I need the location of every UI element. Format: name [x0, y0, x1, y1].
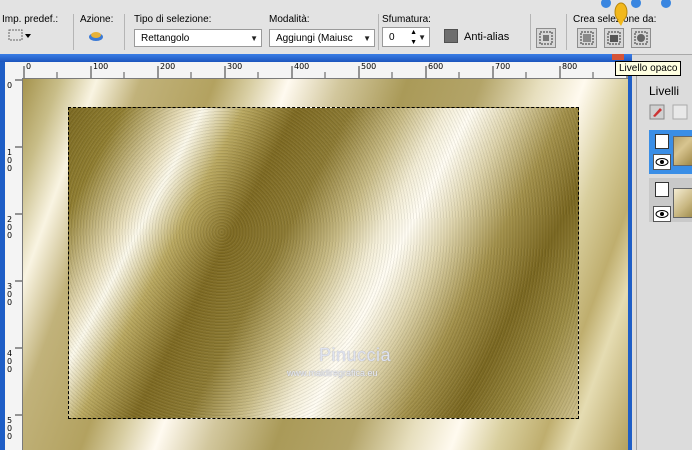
spin-icon[interactable]: ▲ ▼ [410, 28, 417, 46]
create-from-mask-button[interactable] [631, 28, 651, 48]
selection-type-value: Rettangolo [141, 33, 190, 44]
ruler-label: 500 [361, 62, 377, 71]
layer-opaque-icon [607, 31, 621, 45]
layers-title: Livelli [649, 84, 680, 98]
mode-dropdown[interactable]: Aggiungi (Maiusc ▼ [269, 29, 375, 47]
selection-type-label: Tipo di selezione: [134, 14, 212, 25]
close-icon[interactable] [612, 54, 624, 60]
layer-mask-icon [634, 31, 648, 45]
layer-type-icon [655, 134, 669, 149]
ruler-label: 100 [93, 62, 109, 71]
ruler-label: 0 [7, 81, 13, 90]
chevron-down-icon: ▼ [363, 34, 371, 43]
apply-action-icon [89, 32, 103, 41]
ruler-corner [5, 62, 22, 78]
ruler-label: 200 [160, 62, 176, 71]
document-window[interactable]: 0 100 200 300 400 500 600 700 800 0 100 … [0, 54, 632, 450]
ruler-label: 300 [227, 62, 243, 71]
visibility-eye-icon[interactable] [653, 206, 671, 222]
ruler-label: 400 [7, 349, 13, 374]
rectangle-preset-icon [8, 29, 31, 41]
separator [566, 14, 567, 50]
layers-palette: Livelli [636, 72, 692, 450]
horizontal-ruler: 0 100 200 300 400 500 600 700 800 [22, 62, 628, 79]
chevron-down-icon: ▼ [250, 34, 258, 43]
ruler-label: 100 [7, 148, 13, 173]
feather-label: Sfumatura: [382, 14, 431, 25]
visibility-eye-icon[interactable] [653, 154, 671, 170]
tooltip: Livello opaco [615, 61, 682, 76]
separator [124, 14, 125, 50]
top-icons [598, 0, 692, 10]
watermark-site: www.maidiregrafica.eu [287, 368, 378, 378]
mode-label: Modalità: [269, 14, 310, 25]
layer-type-icon [655, 182, 669, 197]
ruler-label: 400 [294, 62, 310, 71]
ruler-ticks [23, 66, 628, 78]
image-canvas[interactable]: Pinuccia www.maidiregrafica.eu [23, 79, 628, 450]
layer-thumbnail [673, 188, 692, 218]
action-label: Azione: [80, 14, 114, 25]
separator [378, 14, 379, 50]
selection-type-dropdown[interactable]: Rettangolo ▼ [134, 29, 262, 47]
selection-marquee[interactable]: Pinuccia www.maidiregrafica.eu [68, 107, 579, 419]
layer-selection-icon [580, 31, 594, 45]
mode-value: Aggiungi (Maiusc [276, 33, 353, 44]
ruler-label: 700 [495, 62, 511, 71]
select-all-button[interactable] [536, 28, 556, 48]
new-layer-button[interactable] [649, 104, 689, 123]
select-all-icon [539, 31, 553, 45]
chevron-down-icon[interactable]: ▼ [418, 28, 426, 46]
separator [73, 14, 74, 50]
tool-options-bar: Imp. predef.: Azione: Tipo di selezione:… [0, 0, 692, 55]
ruler-ticks [15, 79, 22, 416]
presets-label: Imp. predef.: [2, 14, 59, 25]
watermark-name: Pinuccia [319, 345, 392, 365]
ruler-label: 800 [562, 62, 578, 71]
layer-row-background[interactable] [649, 178, 692, 222]
brush-icon [649, 104, 688, 120]
separator [530, 14, 531, 50]
create-from-opaque-button[interactable] [604, 28, 624, 48]
ruler-label: 0 [26, 62, 32, 71]
action-button[interactable] [86, 28, 106, 48]
ruler-label: 300 [7, 282, 13, 307]
feather-input[interactable]: 0 ▲ ▼ ▼ [382, 27, 430, 47]
document-titlebar[interactable] [0, 54, 632, 62]
ruler-label: 500 [7, 416, 13, 441]
create-from-layer-button[interactable] [577, 28, 597, 48]
feather-value: 0 [389, 32, 395, 43]
ruler-label: 200 [7, 215, 13, 240]
antialias-checkbox[interactable] [444, 29, 458, 43]
layer-thumbnail [673, 136, 692, 166]
ruler-label: 600 [428, 62, 444, 71]
vertical-ruler: 0 100 200 300 400 500 [5, 78, 23, 450]
antialias-label: Anti-alias [464, 31, 510, 43]
layer-row-raster[interactable] [649, 130, 692, 174]
presets-button[interactable] [8, 28, 31, 48]
